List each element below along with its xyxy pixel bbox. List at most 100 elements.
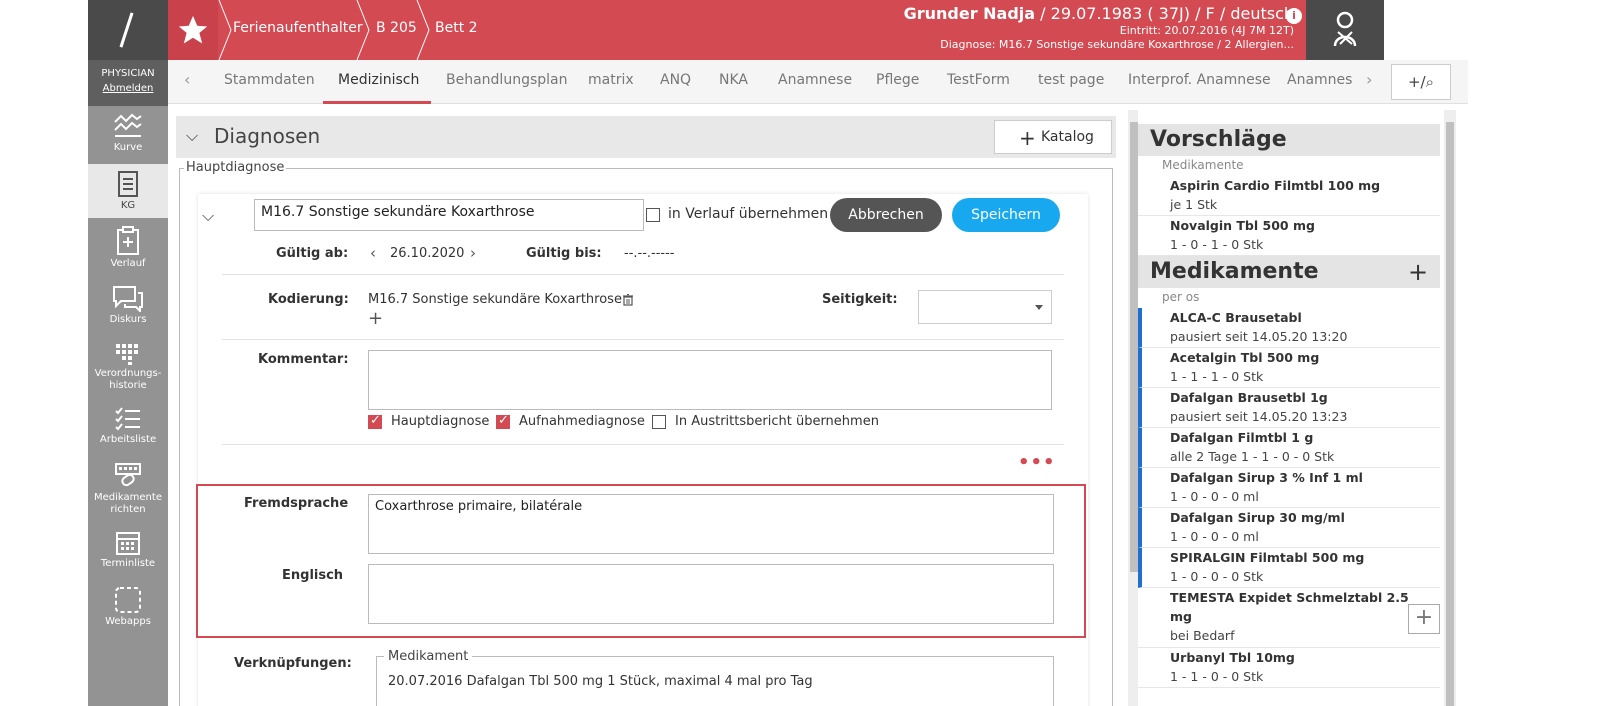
- list-item[interactable]: Novalgin Tbl 500 mg 1 - 0 - 1 - 0 Stk: [1138, 216, 1440, 256]
- katalog-button[interactable]: + Katalog: [994, 120, 1112, 154]
- kommentar-textarea[interactable]: [368, 350, 1052, 410]
- tab-anamnese[interactable]: Anamnese: [778, 72, 852, 88]
- role-label: PHYSICIAN: [101, 68, 155, 79]
- tab-pflege[interactable]: Pflege: [876, 72, 919, 88]
- med-detail: 1 - 1 - 1 - 0 Stk: [1170, 369, 1264, 384]
- nav-item-kurve[interactable]: Kurve: [88, 112, 168, 162]
- patient-name: Grunder Nadja / 29.07.1983 ( 37J) / F / …: [903, 4, 1294, 23]
- katalog-label: Katalog: [1041, 129, 1094, 145]
- clipboard-plus-icon: [117, 226, 139, 255]
- patient-meta: / 29.07.1983 ( 37J) / F / deutsch: [1035, 4, 1294, 23]
- info-icon[interactable]: i: [1286, 8, 1302, 24]
- diagnosis-input[interactable]: M16.7 Sonstige sekundäre Koxarthrose: [254, 199, 644, 231]
- date-next-icon[interactable]: ›: [470, 244, 476, 262]
- list-item[interactable]: Dafalgan Sirup 30 mg/ml 1 - 0 - 0 - 0 ml: [1138, 508, 1440, 548]
- seitigkeit-select[interactable]: [918, 290, 1052, 324]
- list-item[interactable]: TEMESTA Expidet Schmelztabl 2.5 mg bei B…: [1138, 588, 1440, 648]
- trash-icon[interactable]: [623, 294, 633, 306]
- chevron-down-icon[interactable]: ⌵: [186, 126, 198, 146]
- collapse-chevron-icon[interactable]: ⌵: [202, 206, 214, 226]
- tab-behandlungsplan[interactable]: Behandlungsplan: [446, 72, 567, 88]
- nav-item-medikamente-richten[interactable]: Medikamente richten: [88, 462, 168, 520]
- tab-nka[interactable]: NKA: [719, 72, 748, 88]
- med-detail: je 1 Stk: [1170, 197, 1218, 212]
- user-avatar[interactable]: [1306, 0, 1384, 60]
- med-name: Dafalgan Brausetbl 1g: [1170, 390, 1328, 405]
- nav-item-webapps[interactable]: Webapps: [88, 586, 168, 634]
- verknuepfungen-label: Verknüpfungen:: [234, 656, 352, 671]
- patient-avatar-icon: [1333, 11, 1357, 47]
- app-logo[interactable]: [88, 0, 168, 60]
- list-item[interactable]: Dafalgan Sirup 3 % Inf 1 ml 1 - 0 - 0 - …: [1138, 468, 1440, 508]
- list-item[interactable]: ALCA-C Brausetabl pausiert seit 14.05.20…: [1138, 308, 1440, 348]
- star-icon: [178, 15, 208, 44]
- tab-medizinisch[interactable]: Medizinisch: [338, 72, 419, 88]
- breadcrumb-bed[interactable]: Bett 2: [435, 20, 478, 36]
- medikament-entry[interactable]: 20.07.2016 Dafalgan Tbl 500 mg 1 Stück, …: [388, 674, 813, 689]
- tab-anamnes[interactable]: Anamnes: [1287, 72, 1352, 88]
- nav-item-verlauf[interactable]: Verlauf: [88, 226, 168, 276]
- add-medikament-icon[interactable]: +: [1408, 258, 1428, 286]
- nav-item-kg[interactable]: KG: [88, 164, 168, 218]
- kommentar-label: Kommentar:: [258, 352, 349, 367]
- more-options-icon[interactable]: •••: [1018, 452, 1056, 473]
- fremdsprache-textarea[interactable]: Coxarthrose primaire, bilatérale: [368, 494, 1054, 554]
- date-prev-icon[interactable]: ‹: [370, 244, 376, 262]
- add-kodierung-icon[interactable]: +: [368, 308, 383, 329]
- nav-item-diskurs[interactable]: Diskurs: [88, 284, 168, 334]
- med-name: TEMESTA Expidet Schmelztabl 2.5: [1170, 590, 1409, 605]
- tab-scroll-right[interactable]: ›: [1366, 70, 1372, 89]
- gueltig-bis-value[interactable]: --.--.-----: [624, 246, 674, 261]
- list-item[interactable]: Aspirin Cardio Filmtbl 100 mg je 1 Stk: [1138, 176, 1440, 216]
- right-panel-scrollbar[interactable]: [1444, 110, 1456, 706]
- plus-icon: +: [1019, 126, 1036, 150]
- tab-testform[interactable]: TestForm: [947, 72, 1010, 88]
- tab-anq[interactable]: ANQ: [660, 72, 691, 88]
- med-detail: pausiert seit 14.05.20 13:20: [1170, 329, 1348, 344]
- list-item[interactable]: SPIRALGIN Filmtabl 500 mg 1 - 0 - 0 - 0 …: [1138, 548, 1440, 588]
- tab-interprof-anamnese[interactable]: Interprof. Anamnese: [1128, 72, 1271, 88]
- breadcrumb-separator: [356, 0, 370, 60]
- favorite-button[interactable]: [168, 0, 218, 60]
- austrittsbericht-checkbox-label: In Austrittsbericht übernehmen: [675, 414, 879, 429]
- tab-scroll-left[interactable]: ‹: [184, 70, 190, 89]
- list-item[interactable]: Urbanyl Tbl 10mg 1 - 1 - 0 - 0 Stk: [1138, 648, 1440, 688]
- englisch-textarea[interactable]: [368, 564, 1054, 624]
- logout-link[interactable]: Abmelden: [88, 83, 168, 94]
- tab-test-page[interactable]: test page: [1038, 72, 1104, 88]
- verlauf-checkbox[interactable]: [646, 208, 660, 222]
- gueltig-ab-label: Gültig ab:: [276, 246, 349, 261]
- right-panel-scrollbar-thumb[interactable]: [1446, 122, 1454, 706]
- list-item[interactable]: Dafalgan Filmtbl 1 g alle 2 Tage 1 - 1 -…: [1138, 428, 1440, 468]
- add-to-plan-button[interactable]: +: [1408, 604, 1440, 634]
- aufnahmediagnose-checkbox[interactable]: [496, 413, 510, 429]
- nav-item-arbeitsliste[interactable]: Arbeitsliste: [88, 406, 168, 454]
- gueltig-ab-value[interactable]: 26.10.2020: [390, 246, 464, 261]
- breadcrumb-room[interactable]: B 205: [376, 20, 417, 36]
- webapps-icon: [115, 587, 141, 613]
- hauptdiagnose-checkbox[interactable]: [368, 413, 382, 429]
- nav-label-terminliste: Terminliste: [100, 558, 156, 569]
- app-window: PHYSICIAN Abmelden Kurve KG Verlauf Disk…: [88, 0, 1495, 706]
- list-item[interactable]: Dafalgan Brausetbl 1g pausiert seit 14.0…: [1138, 388, 1440, 428]
- nav-item-terminliste[interactable]: Terminliste: [88, 530, 168, 578]
- section-title: Diagnosen: [214, 124, 321, 148]
- main-scrollbar-thumb[interactable]: [1130, 122, 1138, 572]
- tab-matrix[interactable]: matrix: [588, 72, 634, 88]
- nav-item-verordnungshistorie[interactable]: Verordnungs- historie: [88, 342, 168, 398]
- diagnosen-header[interactable]: ⌵ Diagnosen + Katalog: [176, 116, 1116, 158]
- kodierung-value: M16.7 Sonstige sekundäre Koxarthrose: [368, 292, 622, 307]
- breadcrumb-separator: [218, 0, 232, 60]
- cancel-button[interactable]: Abbrechen: [830, 198, 942, 232]
- save-button[interactable]: Speichern: [952, 198, 1060, 232]
- med-detail: 1 - 0 - 0 - 0 ml: [1170, 529, 1259, 544]
- add-search-button[interactable]: +/⌕: [1391, 64, 1451, 100]
- divider: [222, 444, 1064, 445]
- breadcrumb-ward[interactable]: Ferienaufenthalter: [233, 20, 363, 36]
- nav-label-webapps: Webapps: [105, 616, 151, 627]
- diagnosis-summary[interactable]: Diagnose: M16.7 Sonstige sekundäre Koxar…: [940, 38, 1294, 51]
- med-detail: 1 - 0 - 0 - 0 ml: [1170, 489, 1259, 504]
- list-item[interactable]: Acetalgin Tbl 500 mg 1 - 1 - 1 - 0 Stk: [1138, 348, 1440, 388]
- austrittsbericht-checkbox[interactable]: [652, 415, 666, 429]
- tab-stammdaten[interactable]: Stammdaten: [224, 72, 315, 88]
